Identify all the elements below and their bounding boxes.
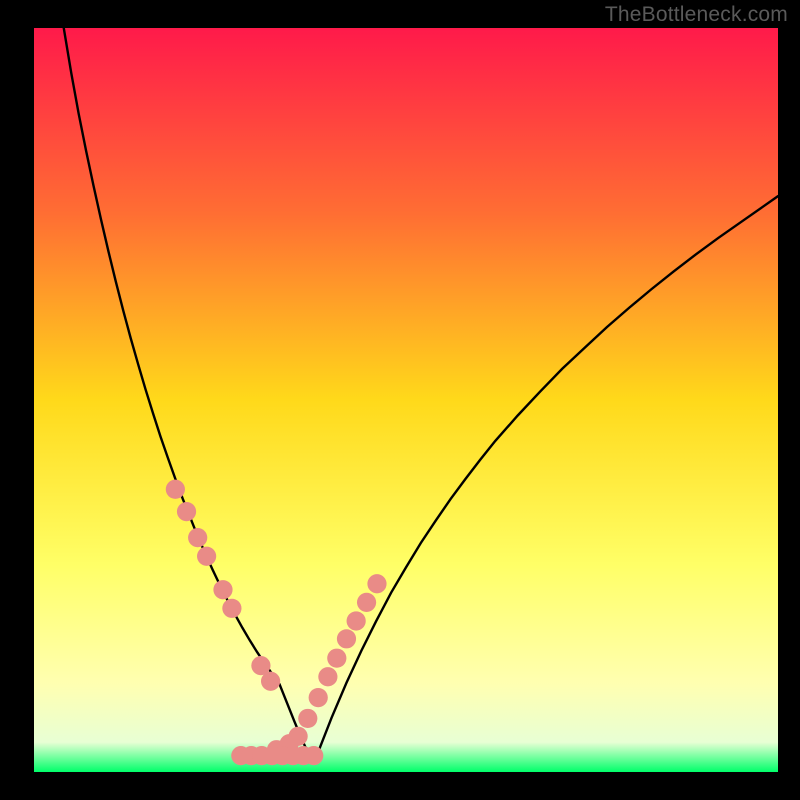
bottom-horizontal-markers bbox=[231, 746, 323, 765]
marker-dot bbox=[309, 688, 328, 707]
chart-svg bbox=[34, 28, 778, 772]
marker-dot bbox=[289, 727, 308, 746]
marker-dot bbox=[367, 574, 386, 593]
marker-dot bbox=[222, 599, 241, 618]
marker-dot bbox=[166, 480, 185, 499]
marker-dot bbox=[261, 672, 280, 691]
marker-dot bbox=[298, 709, 317, 728]
gradient-background bbox=[34, 28, 778, 772]
marker-dot bbox=[337, 629, 356, 648]
watermark-label: TheBottleneck.com bbox=[605, 3, 788, 27]
marker-dot bbox=[304, 746, 323, 765]
marker-dot bbox=[188, 528, 207, 547]
marker-dot bbox=[347, 611, 366, 630]
marker-dot bbox=[213, 580, 232, 599]
marker-dot bbox=[177, 502, 196, 521]
marker-dot bbox=[197, 547, 216, 566]
marker-dot bbox=[357, 593, 376, 612]
marker-dot bbox=[327, 649, 346, 668]
marker-dot bbox=[318, 667, 337, 686]
plot-area bbox=[34, 28, 778, 772]
chart-frame: TheBottleneck.com bbox=[0, 0, 800, 800]
